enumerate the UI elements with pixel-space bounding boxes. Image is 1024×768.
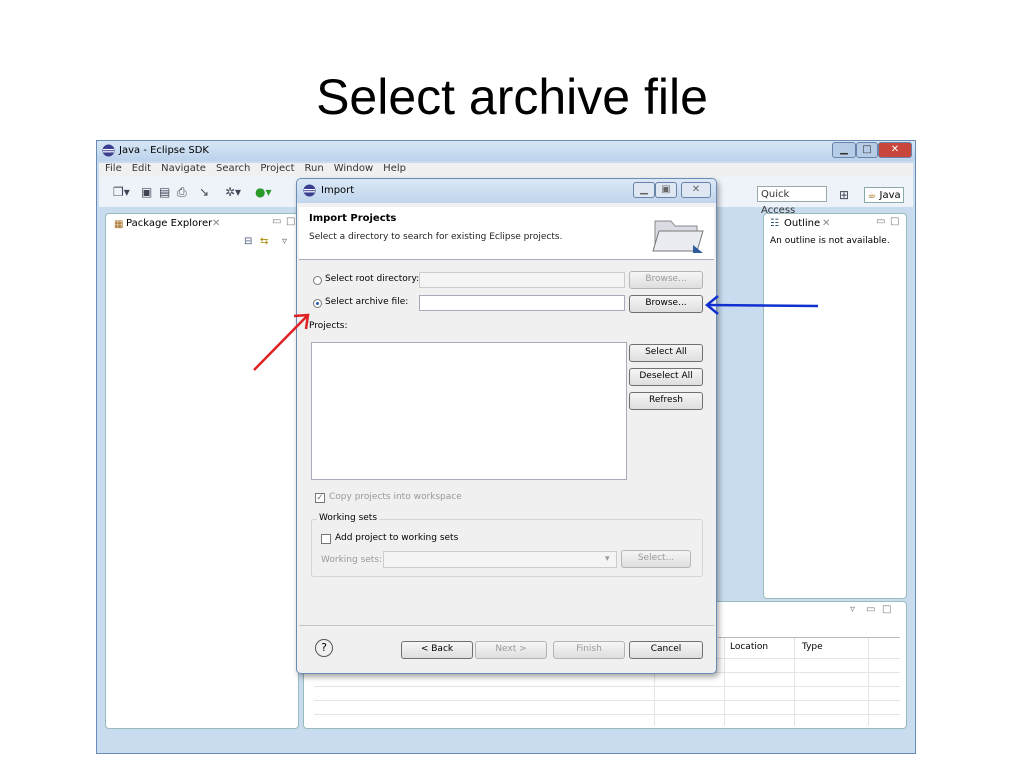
blue-arrow [705,295,819,315]
red-arrow [253,313,310,371]
annotation-arrows [253,295,819,371]
